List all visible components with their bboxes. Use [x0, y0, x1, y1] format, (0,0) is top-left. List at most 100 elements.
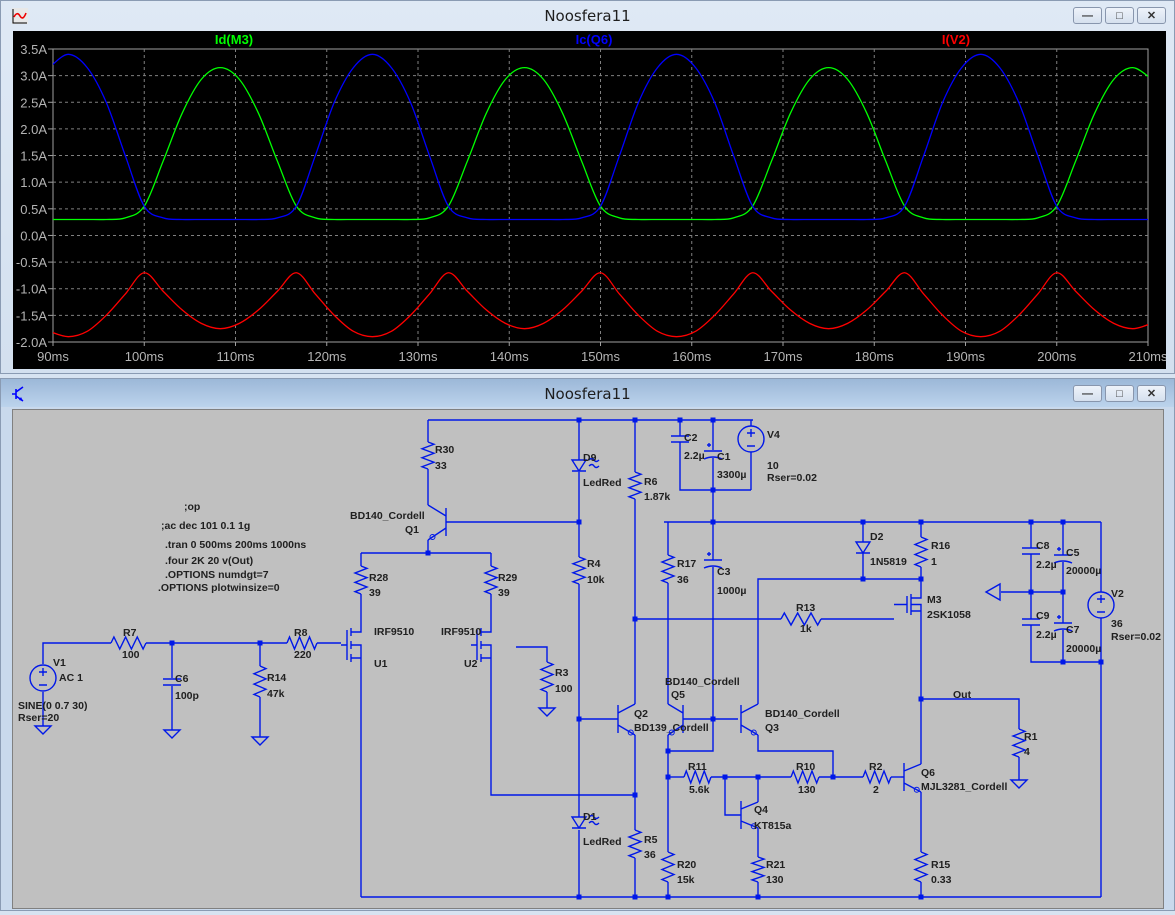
component-ref-label[interactable]: R5: [644, 834, 658, 846]
component-ref-label[interactable]: D9: [583, 452, 597, 464]
component-ref-label[interactable]: Q5: [671, 689, 685, 701]
voltage-source-v4[interactable]: [737, 425, 765, 453]
component-ref-label[interactable]: U1: [374, 658, 388, 670]
close-button[interactable]: ✕: [1137, 385, 1166, 402]
component-ref-label[interactable]: C8: [1036, 540, 1050, 552]
transistor-q6[interactable]: [901, 763, 922, 793]
component-ref-label[interactable]: C5: [1066, 547, 1080, 559]
component-ref-label[interactable]: V4: [767, 429, 780, 441]
series-line-idm3[interactable]: [49, 66, 1152, 221]
resistor-r14[interactable]: [252, 665, 268, 698]
component-value-label[interactable]: 100p: [175, 690, 199, 702]
minimize-button[interactable]: —: [1073, 385, 1102, 402]
component-value-label[interactable]: 5.6k: [689, 784, 710, 796]
component-value-label[interactable]: 2.2µ: [1036, 629, 1057, 641]
component-ref-label[interactable]: C9: [1036, 610, 1050, 622]
component-ref-label[interactable]: M3: [927, 594, 942, 606]
resistor-r30[interactable]: [420, 441, 436, 470]
resistor-r3[interactable]: [539, 661, 555, 693]
component-ref-label[interactable]: Q1: [405, 524, 419, 536]
component-ref-label[interactable]: R16: [931, 540, 950, 552]
resistor-r21[interactable]: [749, 856, 767, 883]
waveform-chart[interactable]: 90ms 100ms 110ms 120ms 130ms 140ms 150ms 160ms 1…: [13, 31, 1168, 369]
component-value-label[interactable]: 100: [122, 649, 140, 661]
component-ref-label[interactable]: R1: [1024, 731, 1038, 743]
spice-directive[interactable]: .OPTIONS numdgt=7: [165, 569, 269, 581]
component-ref-label[interactable]: R7: [123, 627, 137, 639]
component-value-label[interactable]: 20000µ: [1066, 643, 1101, 655]
transistor-q2[interactable]: [617, 703, 636, 736]
component-value-label[interactable]: 1000µ: [717, 585, 746, 597]
component-value-label[interactable]: 39: [369, 587, 381, 599]
waveform-plot-area[interactable]: 90ms 100ms 110ms 120ms 130ms 140ms 150ms 160ms 1…: [13, 31, 1168, 369]
maximize-button[interactable]: □: [1105, 385, 1134, 402]
spice-directive[interactable]: ;op: [184, 501, 200, 513]
component-value-label[interactable]: 15k: [677, 874, 695, 886]
component-ref-label[interactable]: R30: [435, 444, 454, 456]
component-value-label[interactable]: 20000µ: [1066, 565, 1101, 577]
close-button[interactable]: ✕: [1137, 7, 1166, 24]
component-value2-label[interactable]: Rser=0.02: [767, 472, 817, 484]
resistor-r17[interactable]: [660, 554, 676, 584]
component-ref-label[interactable]: R14: [267, 672, 286, 684]
component-ref-label[interactable]: V1: [53, 657, 66, 669]
component-value-label[interactable]: 0.33: [931, 874, 952, 886]
resistor-r5[interactable]: [627, 829, 643, 859]
component-ref-label[interactable]: U2: [464, 658, 478, 670]
component-value-label[interactable]: 130: [766, 874, 784, 886]
component-value-label[interactable]: 130: [798, 784, 816, 796]
component-ref-label[interactable]: Q2: [634, 708, 648, 720]
component-ref-label[interactable]: Q4: [754, 804, 768, 816]
component-value-label[interactable]: 4: [1024, 746, 1030, 758]
component-value-label[interactable]: 2: [873, 784, 879, 796]
component-value-label[interactable]: 220: [294, 649, 312, 661]
component-ref-label[interactable]: C3: [717, 566, 731, 578]
resistor-r15[interactable]: [913, 851, 929, 883]
resistor-r29[interactable]: [483, 565, 499, 595]
component-ref-label[interactable]: R4: [587, 558, 601, 570]
component-ref-label[interactable]: R21: [766, 859, 785, 871]
component-ref-label[interactable]: R20: [677, 859, 696, 871]
component-ref-label[interactable]: C1: [717, 451, 731, 463]
component-value-label[interactable]: 1: [931, 556, 937, 568]
resistor-r20[interactable]: [660, 851, 676, 883]
schematic-drawing[interactable]: V1 AC 1 SINE(0 0.7 30)Rser=20 R7 100 C6 100p R1…: [13, 410, 1165, 910]
component-value-label[interactable]: BD140_Cordell: [765, 708, 840, 720]
maximize-button[interactable]: □: [1105, 7, 1134, 24]
transistor-q1[interactable]: [427, 504, 447, 541]
component-value2-label[interactable]: SINE(0 0.7 30): [18, 700, 87, 712]
component-value-label[interactable]: LedRed: [583, 836, 622, 848]
component-ref-label[interactable]: R29: [498, 572, 517, 584]
component-value-label[interactable]: 10k: [587, 574, 605, 586]
component-ref-label[interactable]: R28: [369, 572, 388, 584]
component-ref-label[interactable]: R17: [677, 558, 696, 570]
spice-directive[interactable]: .tran 0 500ms 200ms 1000ns: [165, 539, 306, 551]
component-value-label[interactable]: 39: [498, 587, 510, 599]
component-value-label[interactable]: BD140_Cordell: [350, 510, 425, 522]
component-value-label[interactable]: MJL3281_Cordell: [921, 781, 1007, 793]
schematic-titlebar[interactable]: Noosfera11 — □ ✕: [1, 379, 1174, 407]
component-ref-label[interactable]: V2: [1111, 588, 1124, 600]
schematic-canvas[interactable]: V1 AC 1 SINE(0 0.7 30) Rser=20 R7 100 C6 100p R1…: [12, 409, 1164, 909]
resistor-r28[interactable]: [353, 565, 369, 595]
trace-label[interactable]: I(V2): [942, 32, 970, 47]
component-value-label[interactable]: 1N5819: [870, 556, 907, 568]
component-value-label[interactable]: 33: [435, 460, 447, 472]
component-value-label[interactable]: KT815a: [754, 820, 792, 832]
waveform-titlebar[interactable]: Noosfera11 — □ ✕: [1, 1, 1174, 29]
component-value-label[interactable]: IRF9510: [441, 626, 481, 638]
component-ref-label[interactable]: R11: [688, 761, 707, 773]
component-value-label[interactable]: 1k: [800, 623, 812, 635]
component-value-label[interactable]: 100: [555, 683, 573, 695]
component-value-label[interactable]: 2.2µ: [1036, 559, 1057, 571]
resistor-r4[interactable]: [571, 556, 587, 585]
component-ref-label[interactable]: R13: [796, 602, 815, 614]
component-value-label[interactable]: 10: [767, 460, 779, 472]
component-ref-label[interactable]: R15: [931, 859, 950, 871]
minimize-button[interactable]: —: [1073, 7, 1102, 24]
component-ref-label[interactable]: C6: [175, 673, 189, 685]
spice-directive[interactable]: .OPTIONS plotwinsize=0: [158, 582, 280, 594]
component-value-label[interactable]: 47k: [267, 688, 285, 700]
component-ref-label[interactable]: Q6: [921, 767, 935, 779]
net-label-out[interactable]: Out: [953, 689, 972, 701]
